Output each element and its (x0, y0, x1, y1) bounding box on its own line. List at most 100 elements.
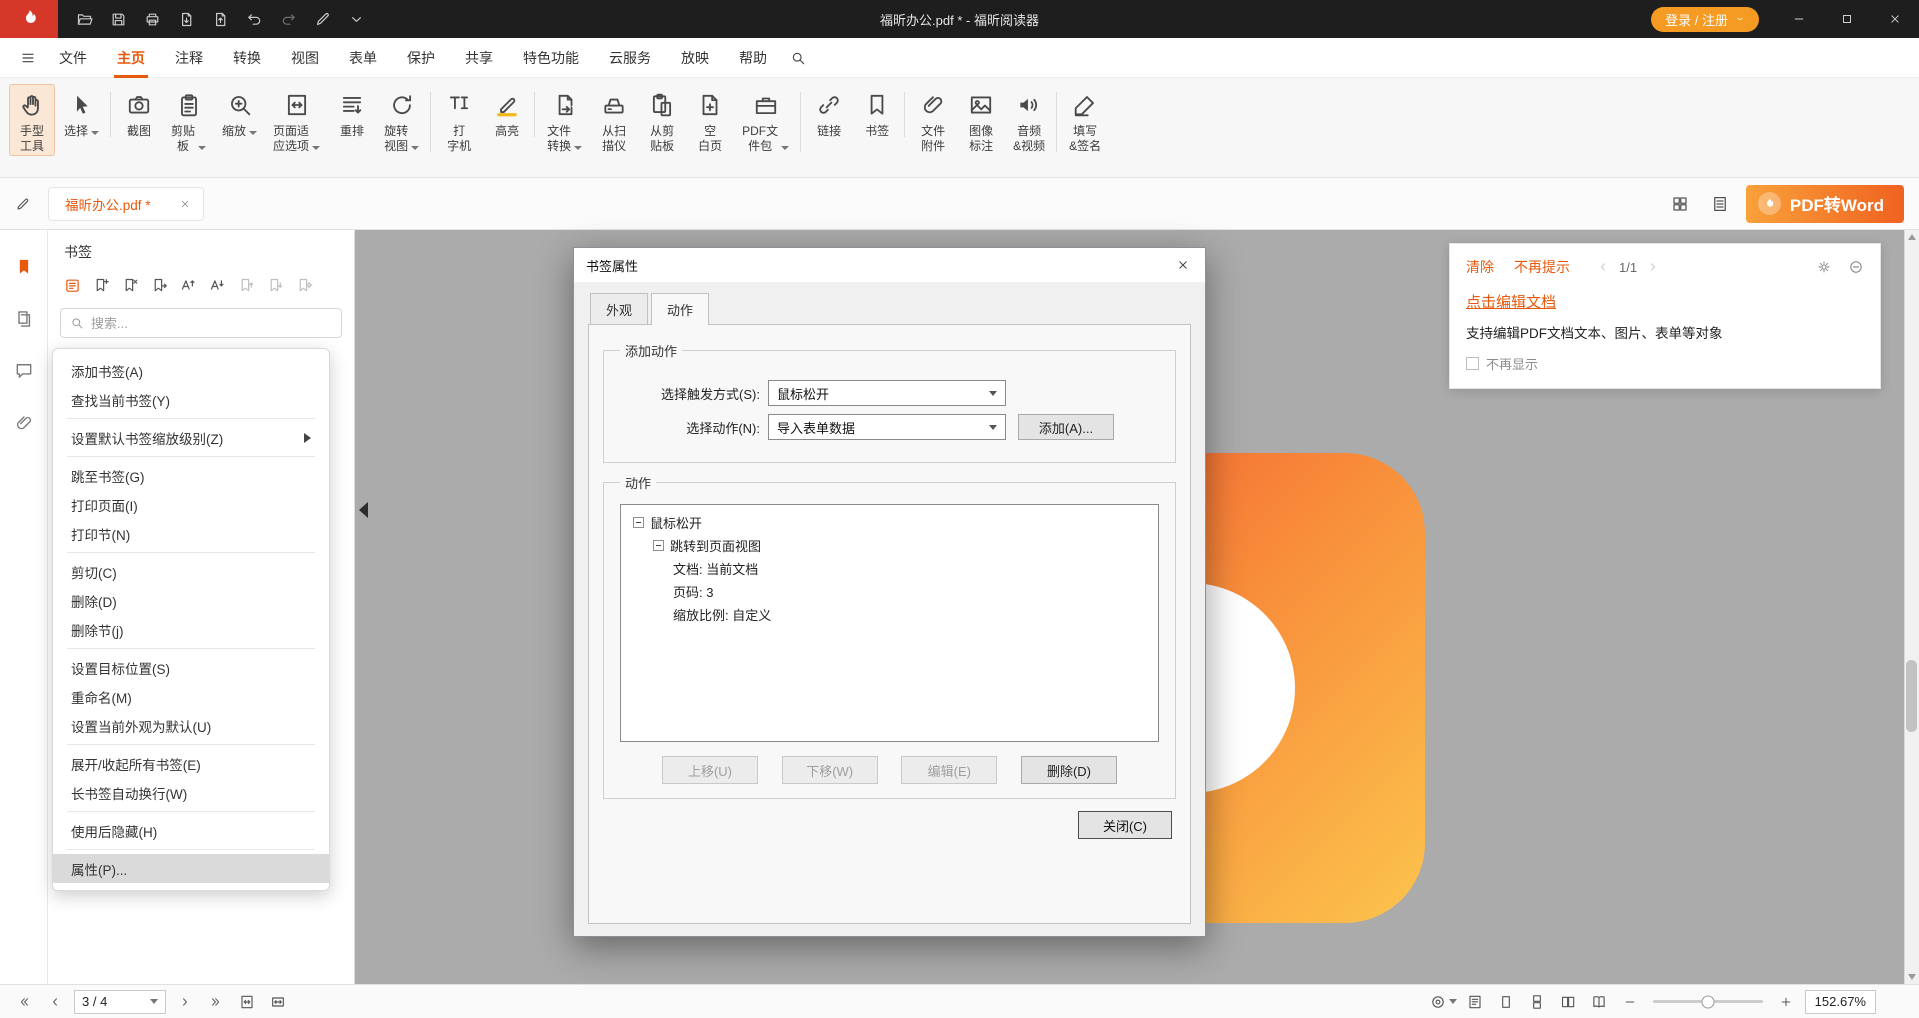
tab-help[interactable]: 帮助 (724, 38, 782, 78)
zoom-value-box[interactable]: 152.67% (1805, 990, 1876, 1014)
trigger-select[interactable]: 鼠标松开 (768, 380, 1006, 406)
tool-reflow[interactable]: 重排 (329, 84, 375, 141)
panel-collapse-handle[interactable] (356, 492, 370, 528)
grid-view-button[interactable] (1666, 190, 1694, 218)
ctx-print-section[interactable]: 打印节(N) (53, 519, 329, 548)
tool-from-scanner[interactable]: 从扫 描仪 (591, 84, 637, 156)
no-prompt-button[interactable]: 不再提示 (1514, 257, 1570, 277)
hint-settings-button[interactable] (1816, 259, 1832, 275)
text-viewer-button[interactable] (1463, 990, 1487, 1014)
tool-link[interactable]: 链接 (806, 84, 852, 141)
ctx-add-bookmark[interactable]: 添加书签(A) (53, 356, 329, 385)
tree-goto-page-view[interactable]: 跳转到页面视图 (627, 534, 1152, 557)
scrollbar-thumb[interactable] (1906, 660, 1917, 732)
dialog-close-button[interactable] (1161, 248, 1205, 282)
view-mode-button[interactable] (1432, 990, 1456, 1014)
tab-form[interactable]: 表单 (334, 38, 392, 78)
tool-hand[interactable]: 手型 工具 (9, 84, 55, 156)
dont-show-checkbox[interactable] (1466, 357, 1479, 370)
sidebar-comments-button[interactable] (9, 356, 39, 386)
scroll-up-arrow-icon[interactable] (1908, 234, 1916, 240)
maximize-button[interactable] (1823, 0, 1871, 38)
tool-image-annotation[interactable]: 图像 标注 (958, 84, 1004, 156)
close-dialog-button[interactable]: 关闭(C) (1078, 811, 1172, 839)
clear-button[interactable]: 清除 (1466, 257, 1494, 277)
bookmark-panel-menu-button[interactable] (60, 274, 84, 296)
continuous-view-button[interactable] (1525, 990, 1549, 1014)
tool-clipboard[interactable]: 剪贴 板 (164, 84, 213, 156)
undo-button[interactable] (238, 4, 270, 34)
tool-file-attachment[interactable]: 文件 附件 (910, 84, 956, 156)
quick-sign-button[interactable] (306, 4, 338, 34)
ctx-cut[interactable]: 剪切(C) (53, 557, 329, 586)
ctx-delete-section[interactable]: 删除节(j) (53, 615, 329, 644)
tool-fit-options[interactable]: 页面适 应选项 (266, 84, 327, 156)
tool-bookmark[interactable]: 书签 (854, 84, 900, 141)
tab-cloud[interactable]: 云服务 (594, 38, 666, 78)
bookmark-options-button[interactable] (292, 274, 316, 296)
minimize-button[interactable] (1775, 0, 1823, 38)
menu-toggle-button[interactable] (12, 42, 44, 74)
tool-zoom[interactable]: 缩放 (215, 84, 264, 141)
pager-previous-button[interactable] (1596, 260, 1610, 274)
tab-appearance[interactable]: 外观 (590, 293, 648, 325)
tool-fill-sign[interactable]: 填写 &签名 (1062, 84, 1108, 156)
redo-button[interactable] (272, 4, 304, 34)
previous-bookmark-button[interactable] (234, 274, 258, 296)
ctx-properties[interactable]: 属性(P)... (53, 854, 329, 883)
tool-from-clipboard[interactable]: 从剪 贴板 (639, 84, 685, 156)
document-tab[interactable]: 福昕办公.pdf * (48, 187, 204, 221)
tab-comment[interactable]: 注释 (160, 38, 218, 78)
tab-actions[interactable]: 动作 (651, 293, 709, 325)
tool-highlight[interactable]: 高亮 (484, 84, 530, 141)
tree-zoom-ratio[interactable]: 缩放比例: 自定义 (627, 603, 1152, 626)
expand-bookmark-button[interactable] (176, 274, 200, 296)
search-button[interactable] (782, 42, 814, 74)
next-bookmark-button[interactable] (263, 274, 287, 296)
next-page-button[interactable] (173, 990, 197, 1014)
customize-toolbar-button[interactable] (340, 4, 372, 34)
first-page-button[interactable] (12, 990, 36, 1014)
tree-mouse-up[interactable]: 鼠标松开 (627, 511, 1152, 534)
add-bookmark-button[interactable] (89, 274, 113, 296)
tree-document[interactable]: 文档: 当前文档 (627, 557, 1152, 580)
tab-protect[interactable]: 保护 (392, 38, 450, 78)
tool-snapshot[interactable]: 截图 (116, 84, 162, 141)
add-action-button[interactable]: 添加(A)... (1018, 414, 1114, 440)
collapse-bookmark-button[interactable] (205, 274, 229, 296)
menu-file[interactable]: 文件 (44, 38, 102, 78)
tab-present[interactable]: 放映 (666, 38, 724, 78)
tool-audio-video[interactable]: 音频 &视频 (1006, 84, 1052, 156)
previous-page-button[interactable] (43, 990, 67, 1014)
ctx-goto-bookmark[interactable]: 跳至书签(G) (53, 461, 329, 490)
single-page-view-button[interactable] (1494, 990, 1518, 1014)
ctx-set-default-zoom-level[interactable]: 设置默认书签缩放级别(Z) (53, 423, 329, 452)
tab-convert[interactable]: 转换 (218, 38, 276, 78)
last-page-button[interactable] (204, 990, 228, 1014)
ctx-rename[interactable]: 重命名(M) (53, 682, 329, 711)
sidebar-attachments-button[interactable] (9, 408, 39, 438)
annotate-quick-button[interactable] (8, 189, 38, 219)
tab-close-icon[interactable] (179, 198, 191, 210)
fit-page-button[interactable] (235, 990, 259, 1014)
ctx-delete[interactable]: 删除(D) (53, 586, 329, 615)
fit-width-button[interactable] (266, 990, 290, 1014)
collapse-toggle-icon[interactable] (633, 517, 644, 528)
ctx-hide-after-use[interactable]: 使用后隐藏(H) (53, 816, 329, 845)
vertical-scrollbar[interactable] (1904, 230, 1919, 984)
tool-pdf-portfolio[interactable]: PDF文 件包 (735, 84, 796, 156)
save-button[interactable] (102, 4, 134, 34)
zoom-in-button[interactable] (1774, 990, 1798, 1014)
zoom-slider[interactable] (1653, 1000, 1763, 1003)
tool-blank-page[interactable]: 空 白页 (687, 84, 733, 156)
zoom-out-button[interactable] (1618, 990, 1642, 1014)
action-select[interactable]: 导入表单数据 (768, 414, 1006, 440)
pdf-to-word-button[interactable]: PDF转Word (1746, 185, 1904, 223)
print-button[interactable] (136, 4, 168, 34)
edit-document-link[interactable]: 点击编辑文档 (1466, 291, 1556, 312)
move-down-button[interactable]: 下移(W) (782, 756, 878, 784)
login-button[interactable]: 登录 / 注册 (1651, 7, 1759, 32)
ctx-wrap-long-bookmarks[interactable]: 长书签自动换行(W) (53, 778, 329, 807)
tab-features[interactable]: 特色功能 (508, 38, 594, 78)
export-pdf-button[interactable] (170, 4, 202, 34)
